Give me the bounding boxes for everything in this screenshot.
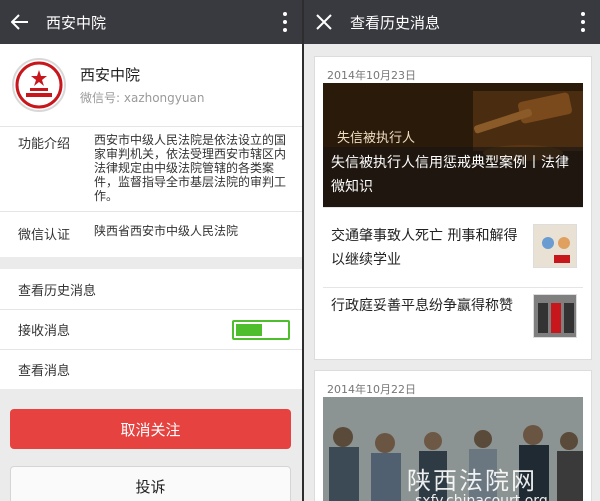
message-card: 2014年10月23日 失信被执行人 失信被执行人信用惩戒典型案例丨法律微知识 … (314, 56, 592, 360)
receive-messages-toggle[interactable] (232, 320, 290, 340)
report-button[interactable]: 投诉 (10, 466, 291, 501)
list-item[interactable]: 行政庭妥善平息纷争赢得称赞 (323, 287, 583, 357)
history-messages-panel: 查看历史消息 2014年10月23日 失信被执行人 失信被执行人信用惩戒典型案例… (302, 0, 600, 501)
account-profile-panel: 西安中院 西安中院 微信号: xazhongyuan 功能介绍 西安市中级人民法… (0, 0, 302, 501)
info-row-verification: 微信认证 陕西省西安市中级人民法院 (0, 211, 302, 257)
right-topbar: 查看历史消息 (304, 0, 600, 44)
account-menu: 查看历史消息 接收消息 查看消息 (0, 269, 302, 389)
unfollow-button[interactable]: 取消关注 (10, 409, 291, 449)
court-emblem-icon (15, 61, 63, 109)
info-row-intro: 功能介绍 西安市中级人民法院是依法设立的国家审判机关，依法受理西安市辖区内法律规… (0, 126, 302, 211)
left-topbar: 西安中院 (0, 0, 302, 44)
profile-header: 西安中院 微信号: xazhongyuan (0, 44, 302, 126)
message-card: 2014年10月22日 陕西法院网 sxfy.chinacourt.org (314, 370, 592, 501)
left-header-title: 西安中院 (46, 13, 107, 32)
menu-item-history[interactable]: 查看历史消息 (0, 269, 302, 309)
message-date: 2014年10月22日 (327, 383, 416, 396)
right-header-title: 查看历史消息 (350, 13, 441, 32)
info-key: 功能介绍 (18, 137, 71, 152)
article-cover[interactable]: 陕西法院网 sxfy.chinacourt.org (323, 397, 583, 501)
close-icon[interactable] (312, 14, 336, 30)
menu-item-receive: 接收消息 (0, 309, 302, 349)
avatar (12, 58, 66, 112)
message-date: 2014年10月23日 (327, 69, 416, 82)
account-info: 功能介绍 西安市中级人民法院是依法设立的国家审判机关，依法受理西安市辖区内法律规… (0, 126, 302, 257)
article-cover[interactable]: 失信被执行人 失信被执行人信用惩戒典型案例丨法律微知识 (323, 83, 583, 207)
back-arrow-icon[interactable] (8, 14, 32, 30)
watermark-url: sxfy.chinacourt.org (415, 493, 548, 501)
item-title: 交通肇事致人死亡 刑事和解得以继续学业 (331, 228, 518, 268)
list-item[interactable]: 交通肇事致人死亡 刑事和解得以继续学业 (323, 207, 583, 287)
info-value: 西安市中级人民法院是依法设立的国家审判机关，依法受理西安市辖区内法律规定由中级法… (94, 133, 287, 203)
cover-caption: 失信被执行人信用惩戒典型案例丨法律微知识 (323, 147, 583, 207)
more-vertical-icon[interactable] (282, 12, 288, 32)
account-name: 西安中院 (80, 66, 141, 84)
watermark-text: 陕西法院网 (407, 467, 537, 495)
item-title: 行政庭妥善平息纷争赢得称赞 (331, 298, 513, 314)
item-thumbnail (533, 224, 577, 268)
wechat-id: 微信号: xazhongyuan (80, 91, 205, 105)
info-key: 微信认证 (18, 228, 71, 243)
more-vertical-icon[interactable] (580, 12, 586, 32)
item-thumbnail (533, 294, 577, 338)
cover-script-text: 失信被执行人 (337, 131, 416, 146)
info-value: 陕西省西安市中级人民法院 (94, 224, 239, 238)
menu-item-view[interactable]: 查看消息 (0, 349, 302, 389)
